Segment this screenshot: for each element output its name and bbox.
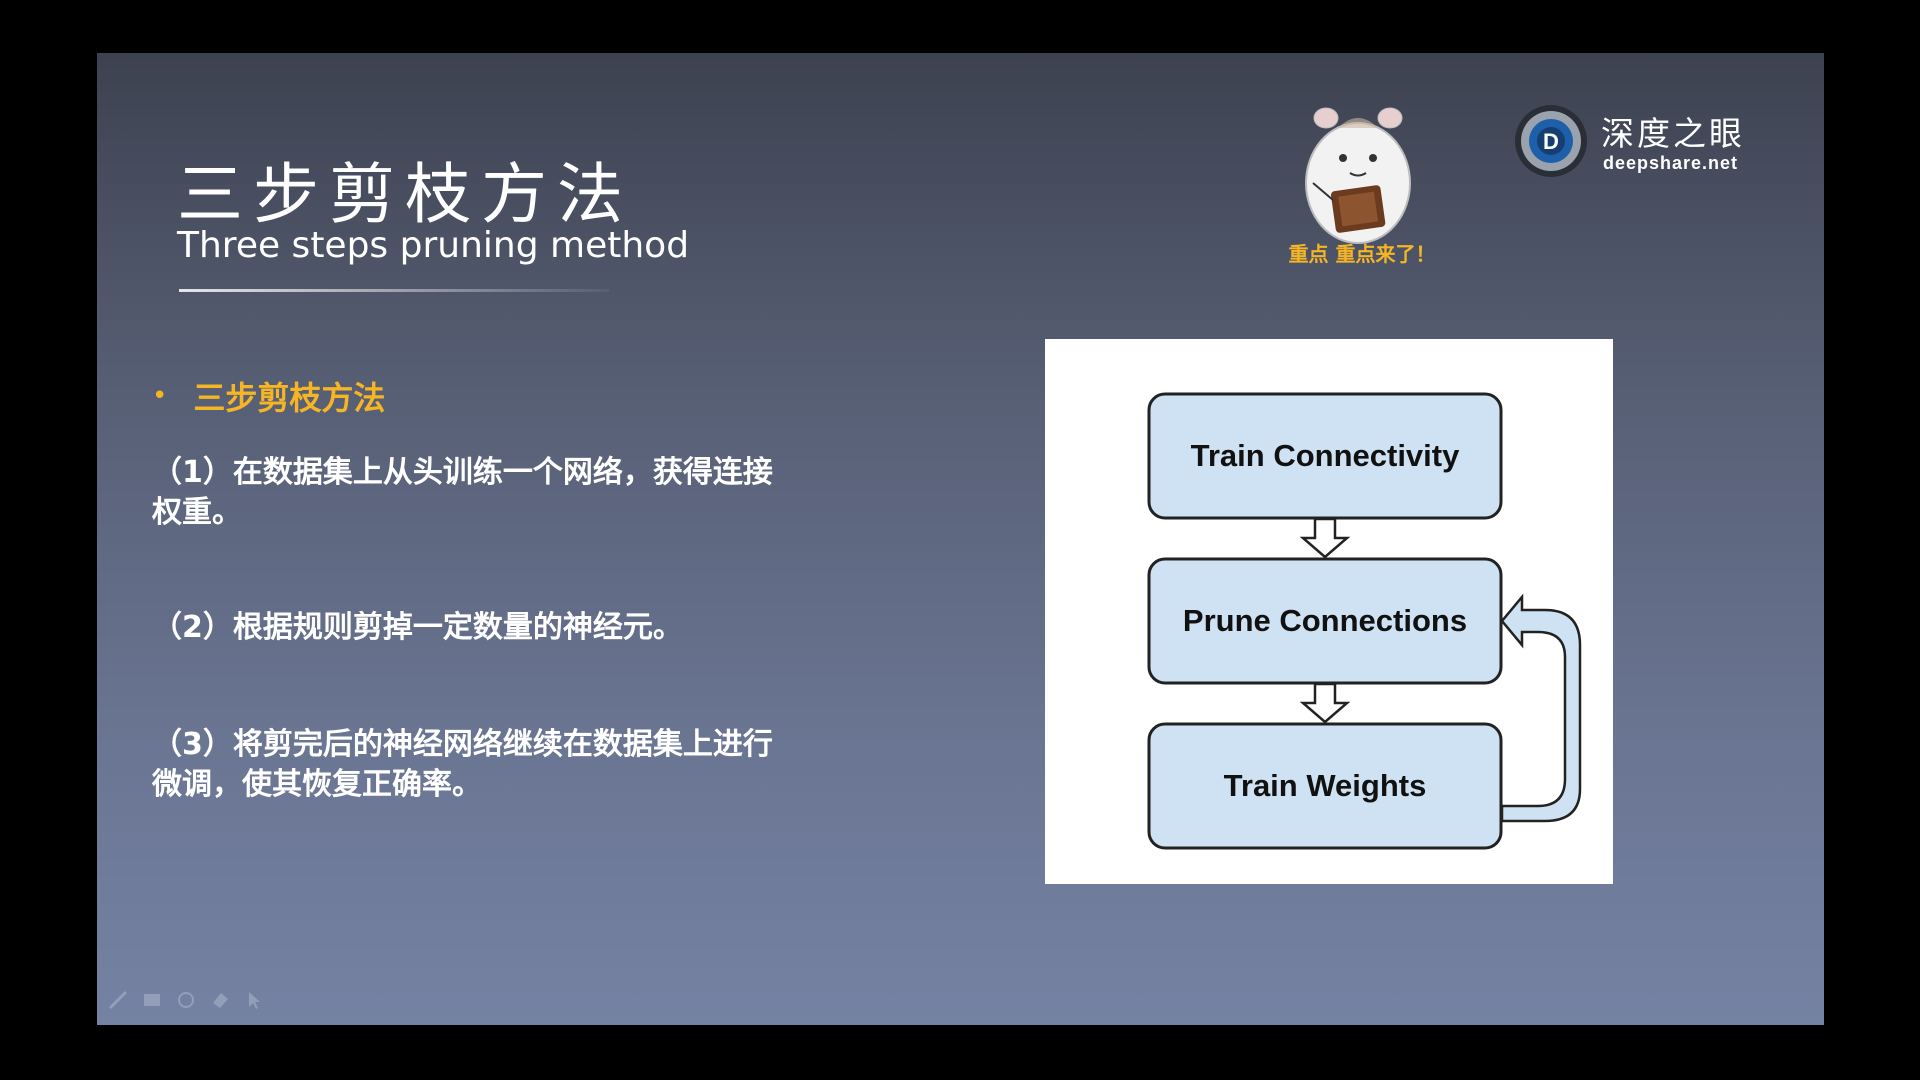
- pruning-flow-diagram: Train Connectivity Prune Connections Tra…: [1045, 339, 1613, 884]
- bullet-heading-text: 三步剪枝方法: [193, 379, 386, 417]
- arrow-down-1: [1299, 517, 1351, 559]
- pointer-icon[interactable]: [243, 989, 265, 1011]
- box-label-train-connectivity: Train Connectivity: [1190, 438, 1460, 473]
- bullet-dot-icon: •: [152, 381, 168, 411]
- box-label-prune-connections: Prune Connections: [1182, 603, 1468, 638]
- arrow-loop-back: [1500, 593, 1582, 823]
- deepshare-logo-icon: D: [1513, 103, 1589, 179]
- arrow-down-2: [1299, 682, 1351, 724]
- slide-subtitle: Three steps pruning method: [177, 225, 690, 266]
- pen-icon[interactable]: [107, 989, 129, 1011]
- brand-name: 深度之眼: [1601, 114, 1745, 153]
- slideshow-toolbar: [107, 989, 265, 1011]
- hamster-mascot-icon: [1288, 88, 1428, 248]
- step-2-text: （2）根据规则剪掉一定数量的神经元。: [152, 610, 683, 645]
- slide: 三步剪枝方法 Three steps pruning method • 三步剪枝…: [97, 53, 1824, 1025]
- box-label-train-weights: Train Weights: [1223, 768, 1427, 803]
- logo-letter: D: [1543, 129, 1559, 154]
- circle-icon[interactable]: [175, 989, 197, 1011]
- step-1-text: （1）在数据集上从头训练一个网络，获得连接权重。: [152, 455, 773, 530]
- step-3-text: （3）将剪完后的神经网络继续在数据集上进行微调，使其恢复正确率。: [152, 727, 773, 802]
- slide-title: 三步剪枝方法: [177, 156, 633, 233]
- brand-url: deepshare.net: [1603, 153, 1739, 173]
- title-divider: [179, 289, 609, 292]
- eraser-icon[interactable]: [209, 989, 231, 1011]
- bullet-heading: • 三步剪枝方法: [152, 375, 385, 417]
- screen-icon[interactable]: [141, 989, 163, 1011]
- mascot-caption: 重点 重点来了！: [1288, 242, 1436, 266]
